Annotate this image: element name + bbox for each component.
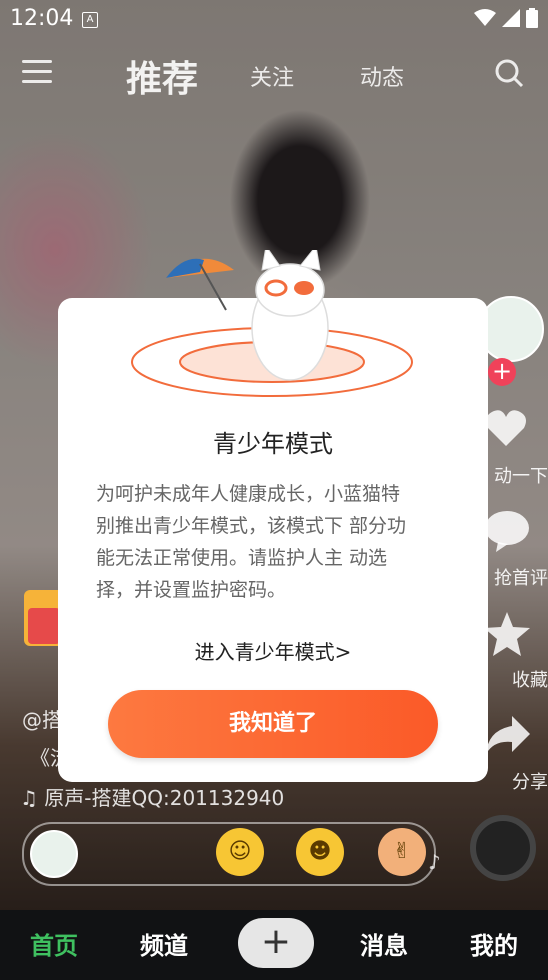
acknowledge-button[interactable]: 我知道了 — [108, 690, 438, 758]
music-credit[interactable]: ♫ 原声-搭建QQ:201132940 — [20, 782, 284, 811]
comment-label: 抢首评 — [494, 568, 548, 589]
tab-dynamic[interactable]: 动态 — [360, 60, 404, 92]
star-icon[interactable] — [484, 612, 530, 656]
dialog-message-line: 为呵护未成年人健康成长，小蓝猫特 — [96, 483, 401, 505]
dialog-title: 青少年模式 — [213, 430, 333, 458]
tab-follow[interactable]: 关注 — [250, 60, 294, 92]
top-navigation: 推荐 关注 动态 — [0, 44, 548, 104]
laugh-emoji-icon[interactable]: ☻ — [296, 828, 344, 876]
tab-mine[interactable]: 我的 — [470, 926, 518, 961]
grin-emoji-icon[interactable]: ☺ — [216, 828, 264, 876]
battery-icon — [526, 8, 538, 28]
music-disc[interactable] — [470, 815, 536, 881]
music-note-icon: ♪ — [428, 850, 441, 874]
dialog-message: 为呵护未成年人健康成长，小蓝猫特 别推出青少年模式，该模式下 部分功 能无法正常… — [96, 478, 452, 606]
heart-icon[interactable] — [484, 408, 528, 448]
dialog-message-line: 能无法正常使用。请监护人主 动选 — [96, 547, 388, 569]
music-credit-text: 原声-搭建QQ:201132940 — [44, 786, 285, 810]
wifi-icon — [474, 9, 496, 26]
search-icon[interactable] — [494, 58, 524, 88]
cat-umbrella-illustration — [131, 250, 413, 397]
thumbs-up-emoji-icon[interactable]: ✌ — [378, 828, 426, 876]
author-name[interactable]: @搭 — [22, 704, 62, 733]
bottom-tab-bar: 首页 频道 + 消息 我的 — [0, 910, 548, 980]
comment-icon[interactable] — [484, 510, 530, 552]
enter-youth-mode-link[interactable]: 进入青少年模式> — [58, 636, 488, 665]
share-icon[interactable] — [484, 716, 530, 756]
like-label: 动一下 — [494, 466, 548, 487]
reaction-avatar[interactable] — [30, 830, 78, 878]
dialog-message-line: 择，并设置监护密码。 — [96, 579, 287, 601]
tab-recommend[interactable]: 推荐 — [126, 50, 198, 102]
status-icons — [474, 8, 538, 28]
add-button[interactable]: + — [238, 918, 314, 968]
favorite-label: 收藏 — [512, 670, 548, 691]
notification-icon: A — [82, 12, 98, 28]
menu-icon[interactable] — [22, 60, 52, 84]
share-label: 分享 — [512, 772, 548, 793]
tab-messages[interactable]: 消息 — [360, 926, 408, 961]
status-time: 12:04 — [10, 6, 74, 31]
signal-icon — [502, 9, 520, 27]
status-bar: 12:04 A — [0, 0, 548, 38]
dialog-message-line: 别推出青少年模式，该模式下 部分功 — [96, 515, 407, 537]
follow-plus-button[interactable]: + — [488, 358, 516, 386]
tab-home[interactable]: 首页 — [30, 926, 78, 961]
tab-channel[interactable]: 频道 — [140, 926, 188, 961]
